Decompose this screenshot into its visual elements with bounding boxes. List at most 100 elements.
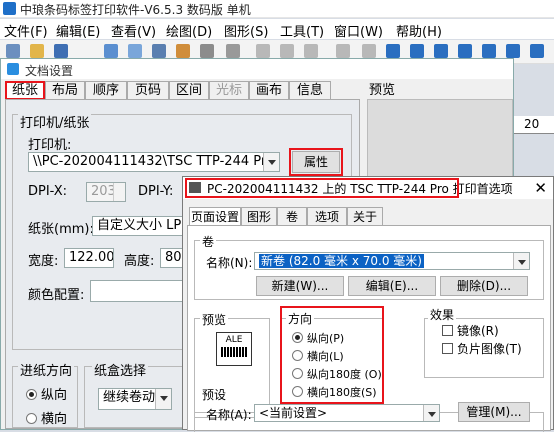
print-icon[interactable] (152, 44, 166, 58)
printer-properties-button[interactable]: 属性 (289, 148, 343, 176)
zoom-in-icon[interactable] (386, 44, 400, 58)
radio-selected-icon (26, 389, 37, 400)
cut-icon[interactable] (256, 44, 270, 58)
zoom-out-icon[interactable] (410, 44, 424, 58)
zoom-fit-icon[interactable] (434, 44, 448, 58)
feed-direction-label: 进纸方向 (18, 360, 75, 379)
height-label: 高度: (124, 254, 155, 269)
app-title-bar: 中琅条码标签打印软件-V6.5.3 数码版 单机 (0, 0, 554, 18)
page-setup-panel: 卷 名称(N): 新卷 (82.0 毫米 x 70.0 毫米) 新建(W)...… (187, 225, 551, 432)
negative-image-label: 负片图像(T) (457, 342, 522, 356)
chevron-down-icon[interactable] (155, 389, 171, 409)
paper-size-select[interactable]: 自定义大小 LP (92, 216, 188, 236)
tray-label: 纸盒选择 (92, 360, 149, 379)
preview-label: 预览 (369, 83, 396, 98)
manage-presets-button[interactable]: 管理(M)... (458, 402, 530, 422)
settings-icon[interactable] (104, 44, 118, 58)
zoom-width-icon[interactable] (458, 44, 472, 58)
tab-order[interactable]: 顺序 (85, 81, 127, 100)
feed-portrait-radio[interactable]: 纵向 (26, 384, 67, 403)
roll-name-value: 新卷 (82.0 毫米 x 70.0 毫米) (259, 254, 424, 268)
grid-icon[interactable] (200, 44, 214, 58)
feed-portrait-label: 纵向 (41, 388, 68, 403)
menu-edit[interactable]: 编辑(E) (56, 21, 100, 40)
tab-page-number[interactable]: 页码 (127, 81, 169, 100)
dpi-x-input: 203 (86, 182, 126, 202)
printer-label: 打印机: (28, 138, 72, 153)
menu-help[interactable]: 帮助(H) (396, 21, 442, 40)
roll-name-select[interactable]: 新卷 (82.0 毫米 x 70.0 毫米) (254, 252, 530, 270)
feed-landscape-radio[interactable]: 横向 (26, 408, 67, 427)
printer-select[interactable]: \\PC-202004111432\TSC TTP-244 Pro (28, 152, 280, 172)
tab-range[interactable]: 区间 (169, 81, 209, 100)
color-config-label: 颜色配置: (28, 288, 85, 303)
zoom-select-icon[interactable] (506, 44, 520, 58)
preset-select[interactable]: <当前设置> (254, 404, 440, 422)
tab-paper[interactable]: 纸张 (5, 81, 45, 100)
menu-tools[interactable]: 工具(T) (280, 21, 324, 40)
delete-icon[interactable] (336, 44, 350, 58)
effects-group-label: 效果 (428, 306, 457, 323)
title-highlight-box (185, 178, 459, 198)
delete-roll-button[interactable]: 删除(D)... (440, 276, 528, 296)
tray-select[interactable]: 继续卷动 (98, 388, 172, 410)
save-icon[interactable] (54, 44, 68, 58)
new-roll-button[interactable]: 新建(W)... (256, 276, 344, 296)
tab-layout[interactable]: 布局 (45, 81, 85, 100)
preview-group-label: 预览 (200, 311, 229, 328)
orientation-highlight-box (280, 306, 384, 404)
copy-icon[interactable] (280, 44, 294, 58)
feed-landscape-label: 横向 (41, 412, 68, 427)
close-icon[interactable]: ✕ (534, 179, 547, 197)
printer-paper-group-label: 打印机/纸张 (18, 112, 92, 131)
preset-value: <当前设置> (259, 406, 328, 420)
database-icon[interactable] (176, 44, 190, 58)
zoom-actual-icon[interactable] (530, 44, 544, 58)
ruler-number: 20 (524, 117, 540, 131)
tab-about[interactable]: 关于 (347, 207, 383, 226)
width-input[interactable]: 122.00 (64, 248, 114, 268)
zoom-page-icon[interactable] (482, 44, 496, 58)
tab-roll[interactable]: 卷 (277, 207, 307, 226)
chevron-down-icon[interactable] (423, 405, 439, 421)
dpi-y-label: DPI-Y: (138, 184, 174, 199)
paste-icon[interactable] (304, 44, 318, 58)
label-preview-thumbnail: ALE (216, 332, 252, 366)
mirror-checkbox[interactable]: 镜像(R) (442, 322, 499, 339)
document-settings-title: 文档设置 (25, 64, 74, 78)
open-file-icon[interactable] (30, 44, 44, 58)
new-file-icon[interactable] (6, 44, 20, 58)
undo-icon[interactable] (362, 44, 376, 58)
tab-cursor: 光标 (209, 81, 249, 100)
print-preview-icon[interactable] (128, 44, 142, 58)
grid-lines-icon[interactable] (226, 44, 240, 58)
menu-draw[interactable]: 绘图(D) (166, 21, 212, 40)
tab-canvas[interactable]: 画布 (249, 81, 289, 100)
roll-group-label: 卷 (200, 233, 217, 250)
mirror-label: 镜像(R) (457, 324, 499, 338)
printing-preferences-dialog: PC-202004111432 上的 TSC TTP-244 Pro 打印首选项… (182, 176, 554, 432)
chevron-down-icon[interactable] (263, 153, 279, 171)
menu-window[interactable]: 窗口(W) (334, 21, 383, 40)
tab-options[interactable]: 选项 (307, 207, 347, 226)
tab-info[interactable]: 信息 (289, 81, 331, 100)
tab-page-setup[interactable]: 页面设置 (189, 207, 241, 226)
menu-bar: 文件(F) 编辑(E) 查看(V) 绘图(D) 图形(S) 工具(T) 窗口(W… (0, 19, 554, 40)
menu-shape[interactable]: 图形(S) (224, 21, 268, 40)
chevron-down-icon[interactable] (513, 253, 529, 269)
edit-roll-button[interactable]: 编辑(E)... (348, 276, 436, 296)
negative-image-checkbox[interactable]: 负片图像(T) (442, 340, 522, 357)
paper-size-label: 纸张(mm): (28, 222, 94, 237)
color-config-select[interactable] (90, 280, 188, 302)
tray-value: 继续卷动 (103, 390, 156, 405)
preview-sample-text: ALE (225, 335, 243, 345)
preset-group-label: 预设 (200, 386, 229, 403)
document-settings-title-bar: 文档设置 (1, 59, 513, 79)
width-label: 宽度: (28, 254, 59, 269)
checkbox-icon (442, 325, 453, 336)
menu-file[interactable]: 文件(F) (4, 21, 48, 40)
printing-preferences-title-bar: PC-202004111432 上的 TSC TTP-244 Pro 打印首选项… (183, 177, 553, 199)
tab-graphics[interactable]: 图形 (241, 207, 277, 226)
menu-view[interactable]: 查看(V) (111, 21, 156, 40)
app-title: 中琅条码标签打印软件-V6.5.3 数码版 单机 (20, 3, 251, 17)
